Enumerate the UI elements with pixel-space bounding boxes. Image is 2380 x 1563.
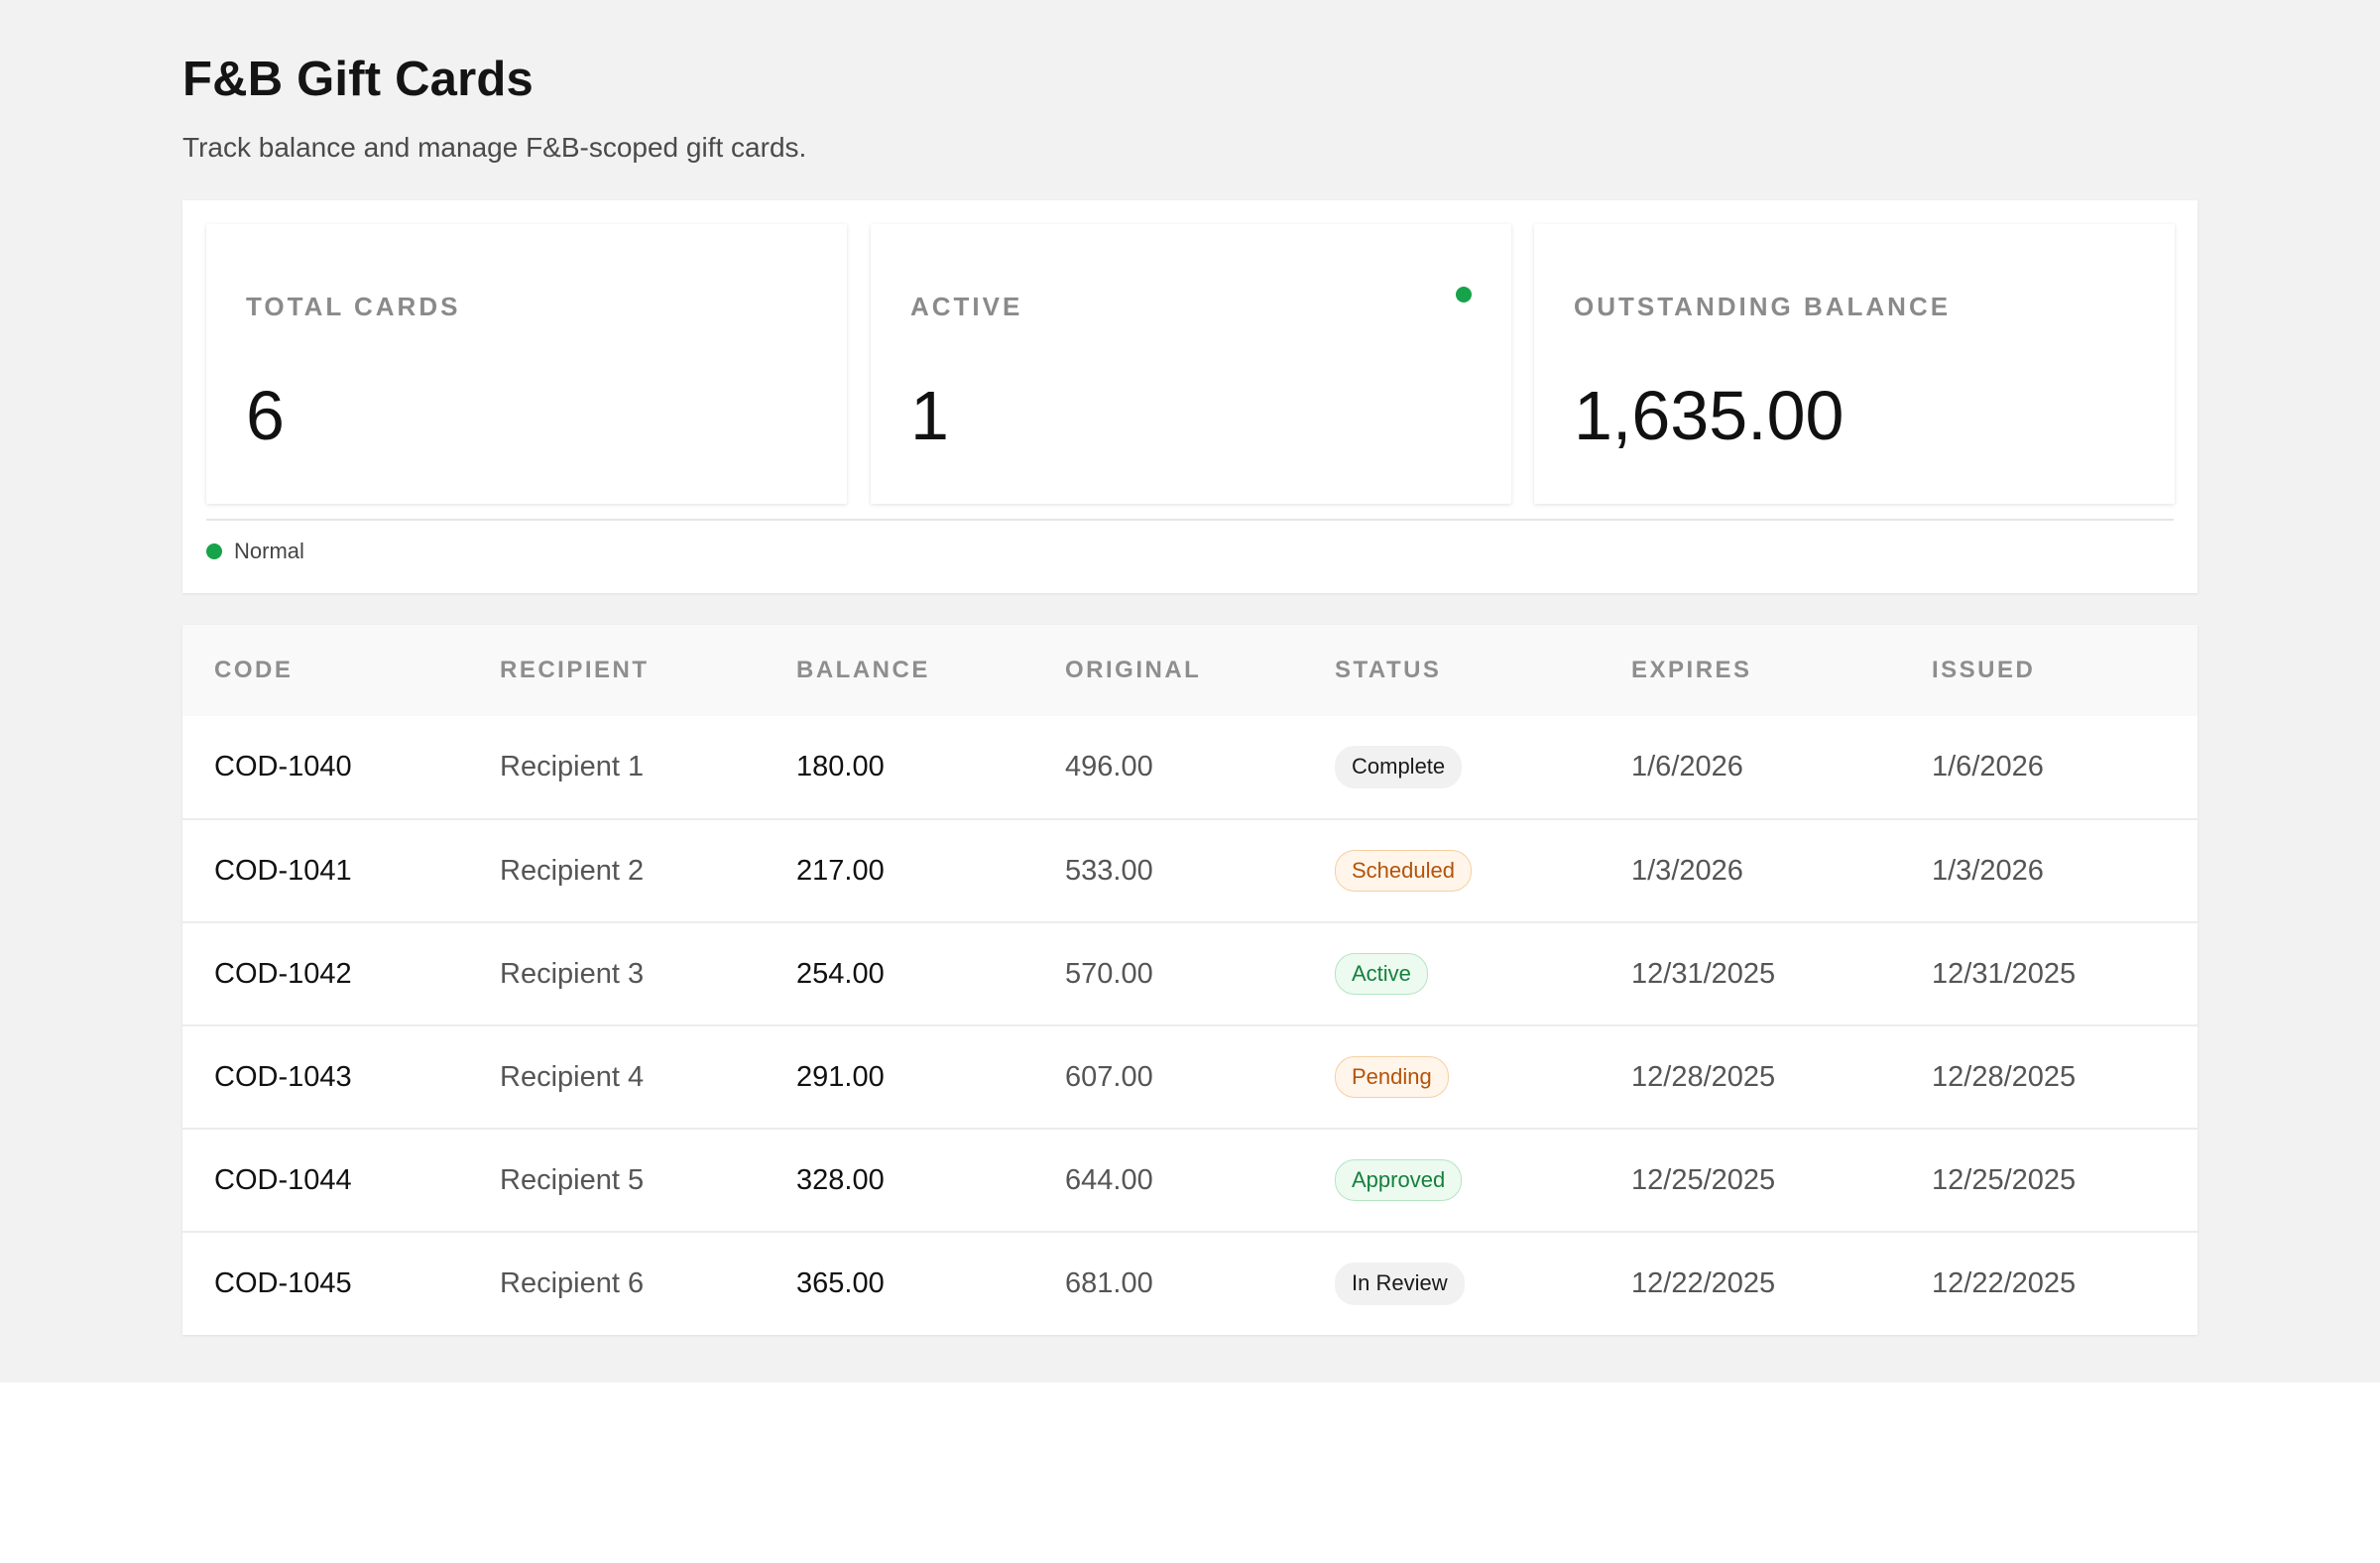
cell-original: 681.00 bbox=[1065, 1267, 1153, 1299]
cell-issued: 12/31/2025 bbox=[1932, 957, 2077, 990]
divider bbox=[206, 519, 2174, 521]
column-header-status[interactable]: STATUS bbox=[1303, 625, 1600, 716]
cell-status: Scheduled bbox=[1303, 819, 1600, 922]
cell-recipient: Recipient 3 bbox=[500, 957, 645, 990]
cell-status: Complete bbox=[1303, 716, 1600, 819]
table-row[interactable]: COD-1041 Recipient 2 217.00 533.00 Sched… bbox=[182, 819, 2198, 922]
cell-issued: 12/25/2025 bbox=[1932, 1163, 2077, 1196]
stats-panel: Total Cards 6 Active 1 Outstanding Balan… bbox=[182, 200, 2198, 593]
cell-recipient: Recipient 2 bbox=[500, 854, 645, 887]
cell-original: 607.00 bbox=[1065, 1060, 1153, 1093]
cell-balance: 180.00 bbox=[796, 751, 885, 782]
table-row[interactable]: COD-1040 Recipient 1 180.00 496.00 Compl… bbox=[182, 716, 2198, 819]
column-header-original[interactable]: ORIGINAL bbox=[1033, 625, 1303, 716]
cell-issued: 12/28/2025 bbox=[1932, 1060, 2077, 1093]
cell-original: 644.00 bbox=[1065, 1163, 1153, 1196]
cell-original: 496.00 bbox=[1065, 751, 1153, 782]
column-header-expires[interactable]: EXPIRES bbox=[1600, 625, 1900, 716]
gift-cards-table-panel: CODE RECIPIENT BALANCE ORIGINAL STATUS E… bbox=[182, 625, 2198, 1335]
stat-card-total-cards: Total Cards 6 bbox=[206, 224, 847, 504]
stat-card-active: Active 1 bbox=[871, 224, 1511, 504]
cell-status: In Review bbox=[1303, 1232, 1600, 1335]
cell-recipient: Recipient 1 bbox=[500, 751, 645, 782]
cell-expires: 1/6/2026 bbox=[1631, 751, 1743, 782]
column-header-issued[interactable]: ISSUED bbox=[1900, 625, 2198, 716]
stat-value: 1,635.00 bbox=[1574, 377, 1844, 454]
cell-issued: 1/6/2026 bbox=[1932, 751, 2044, 782]
stat-value: 6 bbox=[246, 377, 285, 454]
column-header-code[interactable]: CODE bbox=[182, 625, 468, 716]
cell-status: Approved bbox=[1303, 1129, 1600, 1232]
cell-expires: 12/28/2025 bbox=[1631, 1060, 1776, 1093]
cell-recipient: Recipient 5 bbox=[500, 1163, 645, 1196]
table-row[interactable]: COD-1044 Recipient 5 328.00 644.00 Appro… bbox=[182, 1129, 2198, 1232]
stat-value: 1 bbox=[910, 377, 949, 454]
page-background: F&B Gift Cards Track balance and manage … bbox=[0, 0, 2380, 1383]
legend: Normal bbox=[206, 539, 304, 564]
cell-code: COD-1041 bbox=[214, 854, 352, 887]
page-title: F&B Gift Cards bbox=[182, 53, 534, 106]
stat-label: Outstanding Balance bbox=[1574, 292, 1952, 321]
table-row[interactable]: COD-1045 Recipient 6 365.00 681.00 In Re… bbox=[182, 1232, 2198, 1335]
status-badge: Active bbox=[1335, 952, 1428, 996]
cell-code: COD-1044 bbox=[214, 1163, 352, 1196]
cell-status: Active bbox=[1303, 922, 1600, 1025]
page-subtitle: Track balance and manage F&B-scoped gift… bbox=[182, 132, 807, 163]
cell-code: COD-1040 bbox=[214, 751, 352, 782]
status-dot-icon bbox=[206, 543, 222, 559]
column-header-recipient[interactable]: RECIPIENT bbox=[468, 625, 765, 716]
gift-cards-table: CODE RECIPIENT BALANCE ORIGINAL STATUS E… bbox=[182, 625, 2198, 1335]
legend-label: Normal bbox=[234, 539, 304, 563]
cell-expires: 1/3/2026 bbox=[1631, 854, 1743, 887]
cell-balance: 254.00 bbox=[796, 957, 885, 990]
cell-balance: 217.00 bbox=[796, 854, 885, 887]
status-badge: In Review bbox=[1335, 1262, 1465, 1305]
cell-code: COD-1042 bbox=[214, 957, 352, 990]
cell-original: 533.00 bbox=[1065, 854, 1153, 887]
status-badge: Pending bbox=[1335, 1055, 1449, 1099]
stat-card-outstanding-balance: Outstanding Balance 1,635.00 bbox=[1534, 224, 2175, 504]
cell-expires: 12/31/2025 bbox=[1631, 957, 1776, 990]
status-badge: Complete bbox=[1335, 746, 1463, 788]
cell-code: COD-1043 bbox=[214, 1060, 352, 1093]
cell-expires: 12/25/2025 bbox=[1631, 1163, 1776, 1196]
cell-recipient: Recipient 4 bbox=[500, 1060, 645, 1093]
column-header-balance[interactable]: BALANCE bbox=[765, 625, 1033, 716]
stat-label: Total Cards bbox=[246, 292, 461, 321]
cell-code: COD-1045 bbox=[214, 1267, 352, 1299]
table-header-row: CODE RECIPIENT BALANCE ORIGINAL STATUS E… bbox=[182, 625, 2198, 716]
cell-balance: 365.00 bbox=[796, 1267, 885, 1299]
cell-status: Pending bbox=[1303, 1025, 1600, 1129]
status-dot-icon bbox=[1456, 287, 1472, 302]
cell-balance: 291.00 bbox=[796, 1060, 885, 1093]
cell-balance: 328.00 bbox=[796, 1163, 885, 1196]
cell-issued: 12/22/2025 bbox=[1932, 1267, 2077, 1299]
status-badge: Scheduled bbox=[1335, 849, 1472, 893]
cell-recipient: Recipient 6 bbox=[500, 1267, 645, 1299]
stat-label: Active bbox=[910, 292, 1023, 321]
table-row[interactable]: COD-1043 Recipient 4 291.00 607.00 Pendi… bbox=[182, 1025, 2198, 1129]
table-row[interactable]: COD-1042 Recipient 3 254.00 570.00 Activ… bbox=[182, 922, 2198, 1025]
cell-issued: 1/3/2026 bbox=[1932, 854, 2044, 887]
status-badge: Approved bbox=[1335, 1158, 1463, 1202]
cell-expires: 12/22/2025 bbox=[1631, 1267, 1776, 1299]
cell-original: 570.00 bbox=[1065, 957, 1153, 990]
